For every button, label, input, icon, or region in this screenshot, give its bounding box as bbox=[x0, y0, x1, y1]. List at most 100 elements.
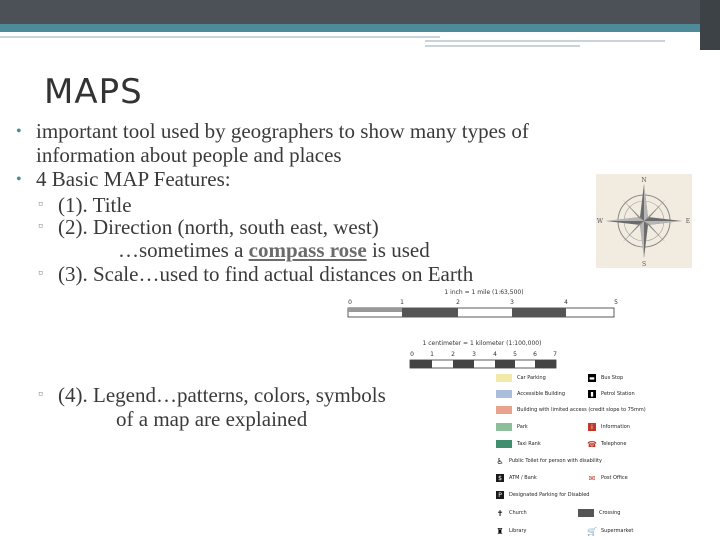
library-icon: ♜ bbox=[496, 526, 504, 536]
legend-label: Crossing bbox=[599, 510, 621, 516]
compass-rose-image: N E S W bbox=[596, 174, 692, 268]
sub-bullet-glyph: ▫ bbox=[38, 197, 43, 212]
legend-label: Bus Stop bbox=[601, 375, 624, 381]
legend-item: ♜ Library bbox=[496, 526, 527, 536]
sub-bullet-glyph: ▫ bbox=[38, 387, 43, 402]
sub-bullet-glyph: ▫ bbox=[38, 219, 43, 234]
header-corner-block bbox=[700, 0, 720, 50]
scale-bar-miles: 1 inch = 1 mile (1:63,500) 0 1 2 3 4 5 bbox=[347, 289, 618, 318]
legend-label: Public Toilet for person with disability bbox=[509, 458, 602, 464]
legend-item: i Information bbox=[588, 423, 630, 431]
scale-caption: 1 centimeter = 1 kilometer (1:100,000) bbox=[423, 340, 542, 347]
church-icon: ✝ bbox=[496, 508, 504, 518]
compass-rose-term: compass rose bbox=[248, 238, 367, 262]
legend-label: Accessible Building bbox=[517, 391, 566, 397]
scale-bar-kilometers: 1 centimeter = 1 kilometer (1:100,000) 0… bbox=[409, 340, 557, 369]
scale-tick-label: 0 bbox=[348, 299, 352, 306]
supermarket-icon: 🛒 bbox=[587, 526, 597, 536]
legend-label: Car Parking bbox=[517, 375, 546, 381]
legend-item: Taxi Rank bbox=[496, 440, 541, 448]
park-swatch bbox=[496, 423, 512, 431]
fuel-icon: ▮ bbox=[588, 390, 596, 398]
scale-tick-label: 7 bbox=[553, 351, 557, 358]
legend-label: Telephone bbox=[601, 441, 627, 447]
legend-item: Crossing bbox=[578, 509, 620, 517]
car-parking-swatch bbox=[496, 374, 512, 382]
sub-bullet-glyph: ▫ bbox=[38, 266, 43, 281]
post-office-icon: ✉ bbox=[588, 473, 596, 483]
accessible-building-swatch bbox=[496, 390, 512, 398]
sub-item-title: (1). Title bbox=[58, 193, 132, 217]
legend-item: ✉ Post Office bbox=[588, 473, 628, 483]
legend-label: Building with limited access (credit slo… bbox=[517, 407, 646, 413]
sub-item-direction: (2). Direction (north, south east, west) bbox=[58, 215, 379, 239]
sub-item-legend: (4). Legend…patterns, colors, symbols bbox=[58, 383, 386, 407]
crossing-icon bbox=[578, 509, 594, 517]
legend-item: $ ATM / Bank bbox=[496, 474, 537, 482]
scale-tick-label: 1 bbox=[400, 299, 404, 306]
legend-item: ♿ Public Toilet for person with disabili… bbox=[496, 456, 602, 466]
bullet-text: important tool used by geographers to sh… bbox=[36, 119, 529, 143]
header-divider-line bbox=[425, 45, 580, 47]
taxi-rank-swatch bbox=[496, 440, 512, 448]
header-accent-bar bbox=[0, 24, 720, 32]
legend-label: Library bbox=[509, 528, 527, 534]
bullet-glyph: • bbox=[16, 171, 22, 188]
header-divider-line bbox=[0, 36, 440, 38]
sub-item-legend-continued: of a map are explained bbox=[116, 407, 308, 431]
compass-direction-label: W bbox=[597, 218, 604, 225]
compass-direction-label: E bbox=[686, 218, 690, 225]
scale-tick-label: 6 bbox=[533, 351, 537, 358]
legend-label: Petrol Station bbox=[601, 391, 635, 397]
legend-label: Supermarket bbox=[601, 528, 634, 534]
map-legend-image: Car Parking ▬ Bus Stop Accessible Buildi… bbox=[492, 372, 652, 540]
legend-item: Accessible Building bbox=[496, 390, 565, 398]
legend-label: Church bbox=[509, 510, 527, 516]
legend-item: P Designated Parking for Disabled bbox=[496, 491, 589, 499]
compass-direction-label: N bbox=[641, 177, 646, 184]
legend-label: ATM / Bank bbox=[509, 475, 537, 481]
bullet-glyph: • bbox=[16, 123, 22, 140]
scale-caption: 1 inch = 1 mile (1:63,500) bbox=[444, 289, 523, 296]
sub-item-scale: (3). Scale…used to find actual distances… bbox=[58, 262, 474, 286]
compass-rose-icon: N E S W bbox=[597, 177, 690, 268]
legend-label: Information bbox=[601, 424, 630, 430]
header-divider-line bbox=[425, 40, 665, 42]
scale-tick-label: 4 bbox=[493, 351, 497, 358]
telephone-icon: ☎ bbox=[587, 439, 597, 449]
scale-tick-label: 5 bbox=[614, 299, 618, 306]
bullet-text: information about people and places bbox=[36, 143, 342, 167]
atm-icon: $ bbox=[496, 474, 504, 482]
info-icon: i bbox=[588, 423, 596, 431]
compass-direction-label: S bbox=[642, 261, 646, 268]
bus-icon: ▬ bbox=[588, 374, 596, 382]
legend-item: ✝ Church bbox=[496, 508, 527, 518]
legend-item: ☎ Telephone bbox=[587, 439, 627, 449]
scale-tick-label: 3 bbox=[472, 351, 476, 358]
legend-label: Post Office bbox=[601, 475, 628, 481]
scale-tick-label: 3 bbox=[510, 299, 514, 306]
legend-label: Park bbox=[517, 424, 528, 430]
scale-tick-label: 1 bbox=[430, 351, 434, 358]
wheelchair-icon: ♿ bbox=[496, 456, 504, 466]
legend-label: Taxi Rank bbox=[517, 441, 541, 447]
limited-access-swatch bbox=[496, 406, 512, 414]
sub-item-direction-continued: …sometimes a compass rose is used bbox=[118, 238, 430, 262]
legend-item: Park bbox=[496, 423, 528, 431]
scale-tick-label: 2 bbox=[451, 351, 455, 358]
legend-item: 🛒 Supermarket bbox=[587, 526, 634, 536]
scale-tick-label: 2 bbox=[456, 299, 460, 306]
scale-tick-label: 4 bbox=[564, 299, 568, 306]
bullet-text: 4 Basic MAP Features: bbox=[36, 167, 231, 191]
slide-title: MAPS bbox=[44, 72, 143, 112]
legend-item: ▮ Petrol Station bbox=[588, 390, 635, 398]
scale-tick-label: 5 bbox=[513, 351, 517, 358]
direction-continued-text: is used bbox=[366, 238, 430, 262]
legend-item: Building with limited access (credit slo… bbox=[496, 406, 646, 414]
parking-icon: P bbox=[496, 491, 504, 499]
scale-tick-label: 0 bbox=[410, 351, 414, 358]
legend-label: Designated Parking for Disabled bbox=[509, 492, 590, 498]
direction-continued-text: …sometimes a bbox=[118, 238, 249, 262]
header-bar bbox=[0, 0, 720, 24]
legend-item: Car Parking bbox=[496, 374, 546, 382]
